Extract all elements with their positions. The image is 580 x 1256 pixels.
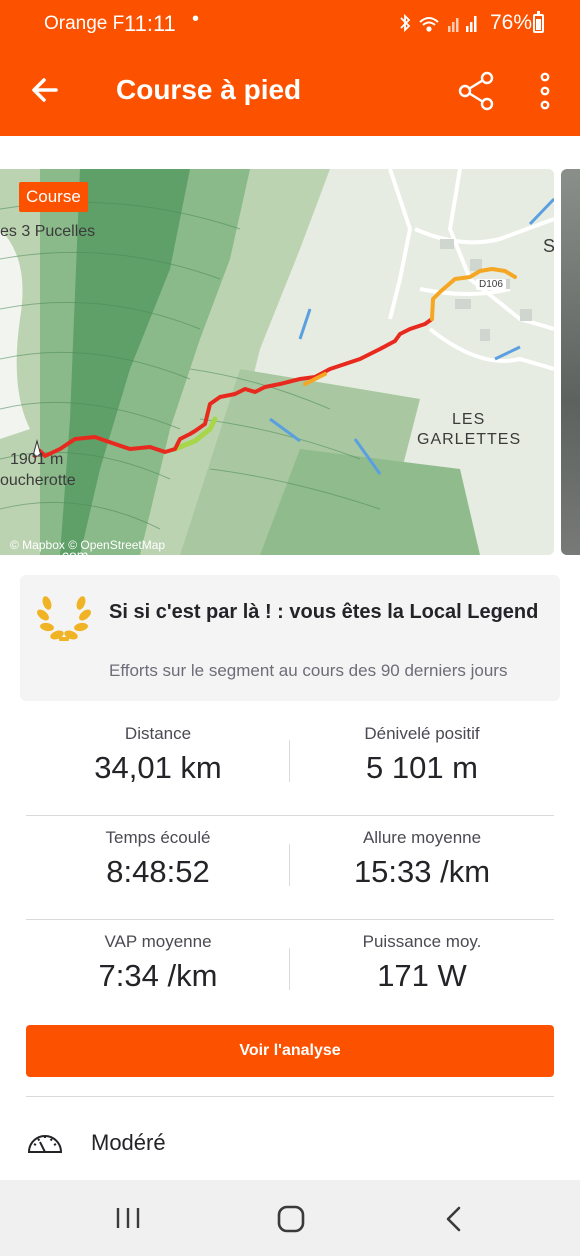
stat-average-pace: Allure moyenne 15:33 /km bbox=[290, 816, 554, 920]
page-title: Course à pied bbox=[116, 74, 302, 105]
map-label-road: D106 bbox=[476, 279, 506, 290]
map-label-peak-bottom: oucherotte bbox=[0, 472, 76, 489]
local-legend-title: Si si c'est par là ! : vous êtes la Loca… bbox=[109, 601, 539, 623]
stat-value: 7:34 /km bbox=[98, 958, 218, 993]
stat-label: Puissance moy. bbox=[362, 932, 482, 951]
stat-label: Dénivelé positif bbox=[364, 724, 480, 743]
map-label-peak-top: es 3 Pucelles bbox=[0, 223, 96, 240]
battery-level: 76% bbox=[490, 11, 533, 34]
stat-average-power: Puissance moy. 171 W bbox=[290, 920, 554, 1024]
view-analysis-button[interactable]: Voir l'analyse bbox=[26, 1025, 554, 1077]
signal-icon bbox=[466, 16, 477, 32]
share-icon[interactable] bbox=[456, 70, 496, 112]
local-legend-subtitle: Efforts sur le segment au cours des 90 d… bbox=[109, 661, 508, 680]
home-icon[interactable] bbox=[276, 1204, 306, 1234]
map-label-town-2: GARLETTES bbox=[417, 431, 522, 448]
map-watermark: com bbox=[62, 547, 89, 555]
stat-elevation-gain: Dénivelé positif 5 101 m bbox=[290, 712, 554, 816]
back-icon[interactable] bbox=[442, 1204, 464, 1234]
recent-apps-icon[interactable] bbox=[113, 1204, 143, 1232]
stat-label: Distance bbox=[124, 724, 192, 743]
perceived-effort-label: Modéré bbox=[91, 1130, 166, 1155]
more-vert-icon[interactable] bbox=[530, 70, 560, 112]
laurel-icon bbox=[37, 596, 91, 641]
stat-gap: VAP moyenne 7:34 /km bbox=[26, 920, 290, 1024]
stat-value: 171 W bbox=[377, 958, 467, 993]
route-map[interactable]: 1450 m es 3 Pucelles 1901 m oucherotte L… bbox=[0, 169, 554, 555]
map-label-town-1: LES bbox=[452, 411, 486, 428]
stat-value: 8:48:52 bbox=[106, 854, 210, 889]
stat-row: Temps écoulé 8:48:52 Allure moyenne 15:3… bbox=[26, 816, 554, 920]
map-label-elevation-bottom: 1901 m bbox=[10, 451, 64, 468]
status-bar: Orange F 11:11 • 76% bbox=[0, 0, 580, 46]
stat-label: VAP moyenne bbox=[104, 932, 212, 951]
local-legend-card[interactable]: Si si c'est par là ! : vous êtes la Loca… bbox=[20, 575, 560, 701]
stat-value: 34,01 km bbox=[94, 750, 222, 785]
wifi-icon bbox=[419, 17, 439, 32]
activity-stats: Distance 34,01 km Dénivelé positif 5 101… bbox=[26, 712, 554, 1024]
stat-distance: Distance 34,01 km bbox=[26, 712, 290, 816]
stat-row: Distance 34,01 km Dénivelé positif 5 101… bbox=[26, 712, 554, 816]
carrier-label: Orange F bbox=[44, 13, 125, 34]
stat-value: 15:33 /km bbox=[353, 854, 491, 889]
stat-label: Temps écoulé bbox=[105, 828, 211, 847]
bluetooth-icon bbox=[400, 13, 411, 33]
clock: 11:11 bbox=[124, 11, 176, 36]
section-divider bbox=[26, 1096, 554, 1097]
stat-elapsed-time: Temps écoulé 8:48:52 bbox=[26, 816, 290, 920]
stat-value: 5 101 m bbox=[365, 750, 478, 785]
stat-label: Allure moyenne bbox=[362, 828, 482, 847]
gauge-icon bbox=[27, 1135, 63, 1153]
app-bar: Course à pied bbox=[0, 46, 580, 136]
stat-row: VAP moyenne 7:34 /km Puissance moy. 171 … bbox=[26, 920, 554, 1024]
arrow-left-icon[interactable] bbox=[26, 70, 66, 110]
perceived-effort-row[interactable]: Modéré bbox=[26, 1120, 554, 1166]
signal-icon bbox=[448, 18, 459, 32]
notification-dot: • bbox=[192, 8, 200, 30]
map-label-edge-letter: S bbox=[543, 236, 554, 256]
system-nav-bar bbox=[0, 1180, 580, 1256]
next-photo-preview[interactable] bbox=[561, 169, 580, 555]
status-icons bbox=[400, 13, 477, 33]
battery-icon bbox=[533, 11, 544, 33]
activity-type-badge: Course bbox=[19, 182, 88, 212]
